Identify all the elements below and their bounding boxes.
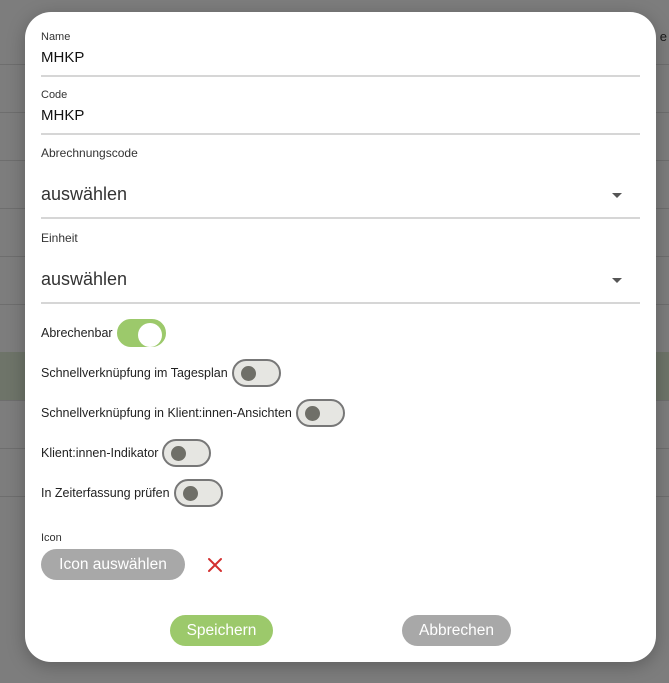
client-views-shortcut-toggle-row: Schnellverknüpfung in Klient:innen-Ansic… xyxy=(41,397,345,429)
code-label: Code xyxy=(41,89,68,101)
billing-code-value[interactable]: auswählen xyxy=(41,184,127,205)
billing-code-label: Abrechnungscode xyxy=(41,146,138,160)
switch-knob xyxy=(240,366,256,381)
edit-service-dialog: Name MHKP Code MHKP Abrechnungscode ausw… xyxy=(25,12,656,662)
icon-label: Icon xyxy=(41,532,62,544)
unit-value[interactable]: auswählen xyxy=(41,269,127,290)
switch-knob xyxy=(304,406,320,421)
name-field[interactable]: Name MHKP xyxy=(41,30,640,77)
switch-knob xyxy=(137,323,162,347)
billable-switch[interactable] xyxy=(116,319,166,347)
unit-label: Einheit xyxy=(41,231,78,245)
client-indicator-label: Klient:innen-Indikator xyxy=(41,446,159,460)
billable-toggle-row: Abrechenbar xyxy=(41,317,166,349)
chevron-down-icon[interactable] xyxy=(612,193,622,198)
chevron-down-icon[interactable] xyxy=(612,278,622,283)
client-indicator-switch[interactable] xyxy=(162,439,212,467)
code-field[interactable]: Code MHKP xyxy=(41,88,640,135)
dayplan-shortcut-switch[interactable] xyxy=(231,359,281,387)
billing-code-select[interactable]: Abrechnungscode auswählen xyxy=(41,146,640,219)
time-tracking-check-label: In Zeiterfassung prüfen xyxy=(41,486,170,500)
client-views-shortcut-switch[interactable] xyxy=(295,399,345,427)
close-icon[interactable] xyxy=(207,557,223,573)
client-views-shortcut-label: Schnellverknüpfung in Klient:innen-Ansic… xyxy=(41,406,292,420)
unit-select[interactable]: Einheit auswählen xyxy=(41,231,640,304)
save-button[interactable]: Speichern xyxy=(170,615,273,646)
name-input[interactable]: MHKP xyxy=(41,49,84,66)
time-tracking-check-switch[interactable] xyxy=(173,479,223,507)
dayplan-shortcut-label: Schnellverknüpfung im Tagesplan xyxy=(41,366,228,380)
cancel-button[interactable]: Abbrechen xyxy=(402,615,511,646)
code-input[interactable]: MHKP xyxy=(41,107,84,124)
switch-knob xyxy=(182,486,198,501)
select-icon-button[interactable]: Icon auswählen xyxy=(41,549,185,580)
dayplan-shortcut-toggle-row: Schnellverknüpfung im Tagesplan xyxy=(41,357,281,389)
billable-label: Abrechenbar xyxy=(41,326,113,340)
switch-knob xyxy=(171,446,187,461)
time-tracking-check-toggle-row: In Zeiterfassung prüfen xyxy=(41,477,223,509)
name-label: Name xyxy=(41,31,71,43)
client-indicator-toggle-row: Klient:innen-Indikator xyxy=(41,437,212,469)
